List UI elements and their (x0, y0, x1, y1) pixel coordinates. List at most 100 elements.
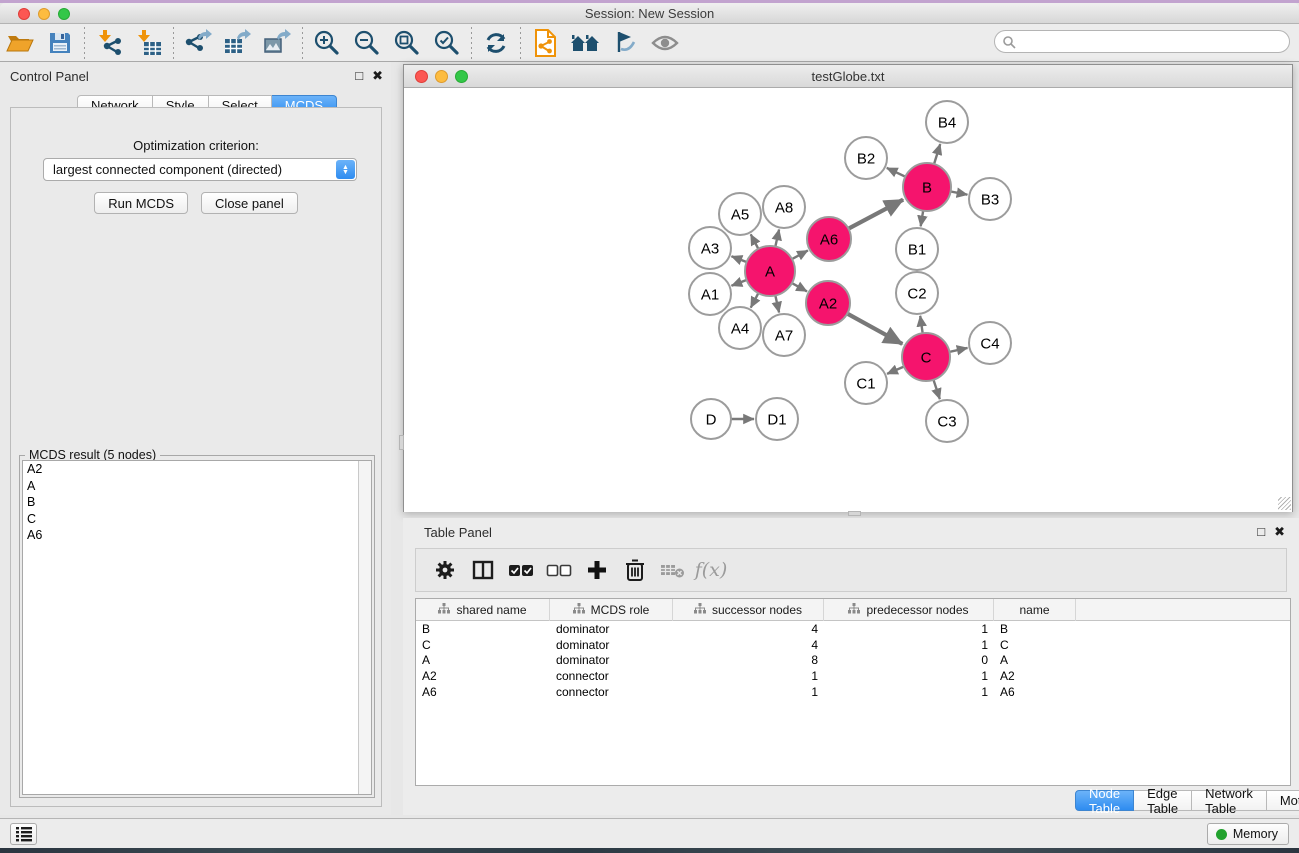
node-label-B4: B4 (938, 115, 956, 132)
table-cell[interactable]: 4 (673, 622, 824, 636)
table-cell[interactable]: dominator (550, 622, 673, 636)
add-column-button[interactable] (578, 552, 616, 588)
column-header-successor-nodes[interactable]: successor nodes (673, 599, 824, 621)
new-network-from-selection-button[interactable] (525, 26, 565, 60)
criterion-select[interactable]: largest connected component (directed) ▲… (43, 158, 357, 181)
table-cell[interactable]: 4 (673, 638, 824, 652)
node-label-B1: B1 (908, 242, 926, 259)
float-panel-icon[interactable]: □ (1257, 524, 1265, 540)
list-scrollbar[interactable] (358, 461, 371, 794)
table-cell[interactable]: A (416, 653, 550, 667)
mcds-result-item[interactable]: B (23, 494, 371, 511)
zoom-out-button[interactable] (347, 26, 387, 60)
save-session-button[interactable] (40, 26, 80, 60)
deselect-all-button[interactable] (540, 552, 578, 588)
table-cell[interactable]: 1 (673, 685, 824, 699)
table-cell[interactable]: B (416, 622, 550, 636)
run-mcds-button[interactable]: Run MCDS (94, 192, 188, 214)
column-header-shared-name[interactable]: shared name (416, 599, 550, 621)
resize-grip[interactable] (1278, 497, 1291, 510)
table-cell[interactable]: C (994, 638, 1076, 652)
close-panel-button[interactable]: Close panel (201, 192, 298, 214)
save-floppy-icon (47, 30, 73, 56)
select-all-button[interactable] (502, 552, 540, 588)
tab-node-table[interactable]: Node Table (1075, 790, 1134, 811)
refresh-button[interactable] (476, 26, 516, 60)
node-label-C2: C2 (907, 286, 926, 303)
export-network-icon (183, 29, 213, 57)
tab-network-table[interactable]: Network Table (1192, 790, 1267, 811)
hide-graphics-details-button[interactable] (605, 26, 645, 60)
column-label: predecessor nodes (866, 603, 968, 617)
table-cell[interactable]: dominator (550, 653, 673, 667)
export-network-button[interactable] (178, 26, 218, 60)
table-row[interactable]: A2connector11A2 (416, 668, 1290, 684)
table-cell[interactable]: 1 (824, 685, 994, 699)
import-network-button[interactable] (89, 26, 129, 60)
table-cell[interactable]: connector (550, 685, 673, 699)
window-title: Session: New Session (0, 6, 1299, 21)
first-neighbors-button[interactable] (565, 26, 605, 60)
node-label-A5: A5 (731, 207, 749, 224)
table-row[interactable]: Bdominator41B (416, 621, 1290, 637)
node-label-A1: A1 (701, 287, 719, 304)
table-cell[interactable]: A2 (994, 669, 1076, 683)
table-toolbar: f(x) (415, 548, 1287, 592)
table-cell[interactable]: A6 (416, 685, 550, 699)
close-panel-icon[interactable]: ✖ (1274, 524, 1285, 540)
column-header-predecessor-nodes[interactable]: predecessor nodes (824, 599, 994, 621)
mcds-result-item[interactable]: A2 (23, 461, 371, 478)
show-panels-button[interactable] (10, 823, 37, 845)
delete-table-button[interactable] (654, 552, 692, 588)
mcds-result-list[interactable]: A2ABCA6 (22, 460, 372, 795)
memory-button[interactable]: Memory (1207, 823, 1289, 845)
table-cell[interactable]: 1 (824, 622, 994, 636)
table-cell[interactable]: A2 (416, 669, 550, 683)
tab-motifs[interactable]: Motifs (1267, 790, 1299, 811)
table-cell[interactable]: 1 (824, 638, 994, 652)
table-cell[interactable]: connector (550, 669, 673, 683)
import-table-button[interactable] (129, 26, 169, 60)
tab-edge-table[interactable]: Edge Table (1134, 790, 1192, 811)
mcds-result-item[interactable]: A (23, 478, 371, 495)
table-cell[interactable]: dominator (550, 638, 673, 652)
vertical-scroll-stub[interactable] (399, 435, 404, 450)
split-view-button[interactable] (464, 552, 502, 588)
delete-column-button[interactable] (616, 552, 654, 588)
float-panel-icon[interactable]: □ (355, 68, 363, 84)
table-body: Bdominator41BCdominator41CAdominator80AA… (416, 621, 1290, 700)
zoom-selected-button[interactable] (427, 26, 467, 60)
table-cell[interactable]: 8 (673, 653, 824, 667)
table-cell[interactable]: 1 (673, 669, 824, 683)
toolbar-separator (471, 27, 472, 59)
table-cell[interactable]: B (994, 622, 1076, 636)
export-image-button[interactable] (258, 26, 298, 60)
function-builder-button[interactable]: f(x) (692, 552, 730, 588)
network-canvas[interactable]: B4B2BB3A8A5A6A3B1AA1C2A2A4A7C4CC1DD1C3 (404, 89, 1292, 512)
table-cell[interactable]: A (994, 653, 1076, 667)
open-session-button[interactable] (0, 26, 40, 60)
search-input[interactable] (1016, 33, 1289, 51)
mcds-result-item[interactable]: A6 (23, 527, 371, 544)
table-cell[interactable]: 1 (824, 669, 994, 683)
export-table-icon (223, 29, 253, 57)
table-row[interactable]: Adominator80A (416, 653, 1290, 669)
zoom-in-button[interactable] (307, 26, 347, 60)
plus-icon (586, 559, 608, 581)
table-panel-title: Table Panel (424, 525, 492, 540)
table-settings-button[interactable] (426, 552, 464, 588)
zoom-in-icon (313, 29, 341, 57)
export-table-button[interactable] (218, 26, 258, 60)
table-cell[interactable]: C (416, 638, 550, 652)
show-graphics-details-button[interactable] (645, 26, 685, 60)
table-cell[interactable]: 0 (824, 653, 994, 667)
column-header-mcds-role[interactable]: MCDS role (550, 599, 673, 621)
close-panel-icon[interactable]: ✖ (372, 68, 383, 84)
table-row[interactable]: A6connector11A6 (416, 684, 1290, 700)
horizontal-scroll-stub[interactable] (848, 511, 861, 516)
column-header-name[interactable]: name (994, 599, 1076, 621)
table-row[interactable]: Cdominator41C (416, 637, 1290, 653)
table-cell[interactable]: A6 (994, 685, 1076, 699)
zoom-fit-button[interactable] (387, 26, 427, 60)
mcds-result-item[interactable]: C (23, 511, 371, 528)
